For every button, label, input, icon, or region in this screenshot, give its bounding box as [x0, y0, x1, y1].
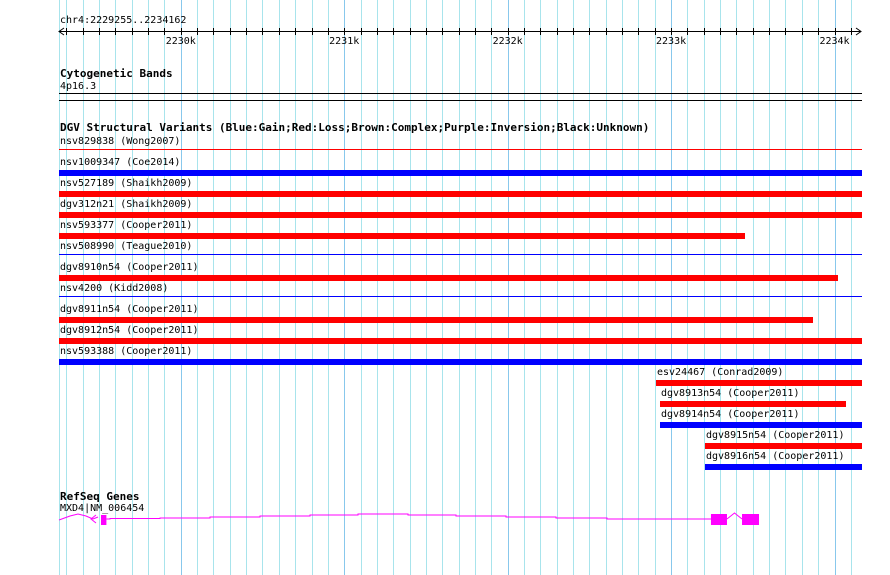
variant-label[interactable]: nsv527189 (Shaikh2009) [60, 178, 192, 189]
variant-label[interactable]: nsv1009347 (Coe2014) [60, 157, 180, 168]
gene-upstream-intron [58, 513, 94, 521]
variant-bar-loss[interactable] [59, 317, 813, 323]
variant-bar-loss[interactable] [59, 275, 838, 281]
variant-bar-loss[interactable] [59, 191, 862, 197]
variant-bar-loss[interactable] [59, 149, 862, 150]
gene-exon [101, 515, 107, 525]
variant-label[interactable]: nsv508990 (Teague2010) [60, 241, 192, 252]
gene-intron [106, 513, 711, 520]
variant-bar-loss[interactable] [656, 380, 862, 386]
variant-bar-gain[interactable] [59, 296, 862, 297]
variant-label[interactable]: dgv312n21 (Shaikh2009) [60, 199, 192, 210]
ruler-tick-label: 2234k [819, 36, 849, 47]
variant-label[interactable]: dgv8912n54 (Cooper2011) [60, 325, 198, 336]
variant-bar-gain[interactable] [59, 170, 862, 176]
ruler-tick-label: 2233k [656, 36, 686, 47]
dgv-track-title: DGV Structural Variants (Blue:Gain;Red:L… [60, 121, 650, 134]
variant-bar-loss[interactable] [59, 233, 745, 239]
refseq-track-title: RefSeq Genes [60, 490, 140, 503]
variant-label[interactable]: nsv4200 (Kidd2008) [60, 283, 168, 294]
variant-label[interactable]: nsv829838 (Wong2007) [60, 136, 180, 147]
variant-bar-loss[interactable] [59, 338, 862, 344]
variant-bar-gain[interactable] [705, 464, 862, 470]
ruler-tick-label: 2231k [329, 36, 359, 47]
variant-label[interactable]: dgv8911n54 (Cooper2011) [60, 304, 198, 315]
variant-label[interactable]: esv24467 (Conrad2009) [657, 367, 783, 378]
cytoband-track-title: Cytogenetic Bands [60, 67, 173, 80]
variant-bar-loss[interactable] [59, 212, 862, 218]
gene-exon [710, 514, 727, 525]
variant-bar-loss[interactable] [705, 443, 862, 449]
cytoband-line-top [59, 93, 862, 94]
ruler-tick-label: 2232k [493, 36, 523, 47]
ruler[interactable]: 2230k 2231k 2232k 2233k 2234k [0, 25, 890, 49]
cytoband-label[interactable]: 4p16.3 [60, 81, 96, 92]
gene-exon [742, 514, 760, 525]
variant-label[interactable]: dgv8916n54 (Cooper2011) [706, 451, 844, 462]
variant-label[interactable]: nsv593388 (Cooper2011) [60, 346, 192, 357]
ruler-tick-label: 2230k [166, 36, 196, 47]
variant-bar-loss[interactable] [660, 401, 846, 407]
variant-bar-gain[interactable] [59, 359, 862, 365]
variant-label[interactable]: dgv8910n54 (Cooper2011) [60, 262, 198, 273]
variant-label[interactable]: dgv8914n54 (Cooper2011) [661, 409, 799, 420]
variant-bar-gain[interactable] [660, 422, 862, 428]
variant-label[interactable]: dgv8915n54 (Cooper2011) [706, 430, 844, 441]
variant-bar-gain[interactable] [59, 254, 862, 255]
variant-label[interactable]: nsv593377 (Cooper2011) [60, 220, 192, 231]
variant-label[interactable]: dgv8913n54 (Cooper2011) [661, 388, 799, 399]
gene-intron [726, 512, 743, 520]
gene-model-mxd4[interactable] [0, 505, 890, 535]
cytoband-line-bottom [59, 100, 862, 101]
